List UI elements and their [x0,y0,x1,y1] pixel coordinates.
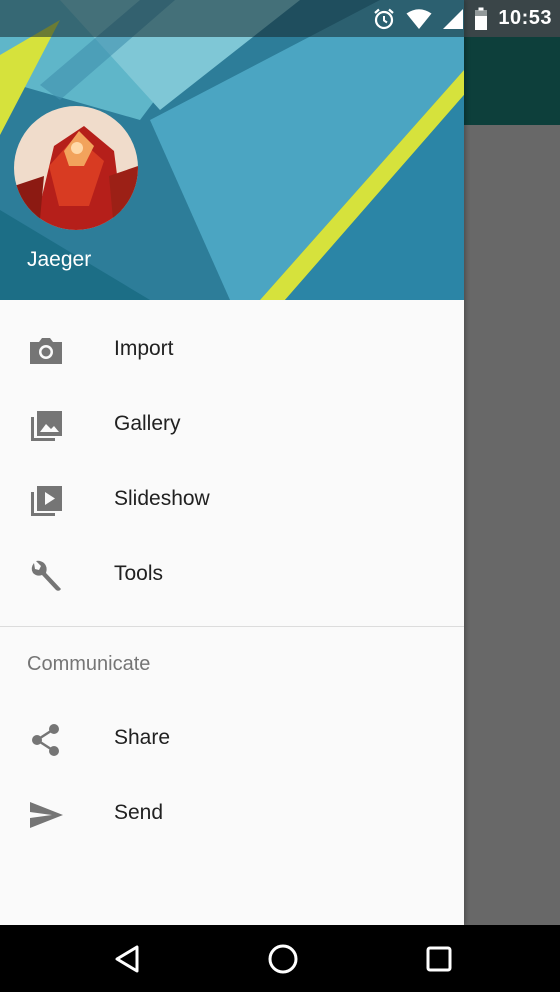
drawer-header: Jaeger [0,0,464,300]
menu-item-label: Slideshow [114,487,210,510]
menu-item-gallery[interactable]: Gallery [0,388,464,463]
photo-library-icon [27,407,65,445]
wifi-icon [406,8,432,30]
battery-icon [474,7,488,31]
alarm-icon [372,7,396,31]
navigation-drawer: Jaeger Import Gallery Slideshow Tools Co… [0,0,464,925]
status-bar: 10:53 [0,0,560,37]
menu-item-label: Tools [114,562,164,585]
share-icon [27,721,65,759]
recents-icon[interactable] [421,941,457,977]
send-icon [27,796,65,834]
menu-item-tools[interactable]: Tools [0,538,464,613]
slideshow-icon [27,482,65,520]
user-name: Jaeger [27,248,92,271]
section-header: Communicate [27,653,151,675]
divider [0,626,464,627]
system-nav-bar [0,925,560,992]
menu-item-label: Gallery [114,412,181,435]
menu-item-label: Import [114,337,174,360]
camera-icon [27,332,65,370]
menu-item-import[interactable]: Import [0,313,464,388]
menu-item-send[interactable]: Send [0,777,464,852]
back-icon[interactable] [110,941,146,977]
wrench-icon [27,557,65,595]
home-icon[interactable] [265,941,301,977]
menu-item-slideshow[interactable]: Slideshow [0,463,464,538]
signal-icon [442,8,464,30]
status-time: 10:53 [498,7,552,29]
menu-item-label: Send [114,801,164,824]
menu-item-label: Share [114,726,171,749]
menu-item-share[interactable]: Share [0,702,464,777]
avatar[interactable] [14,106,138,230]
